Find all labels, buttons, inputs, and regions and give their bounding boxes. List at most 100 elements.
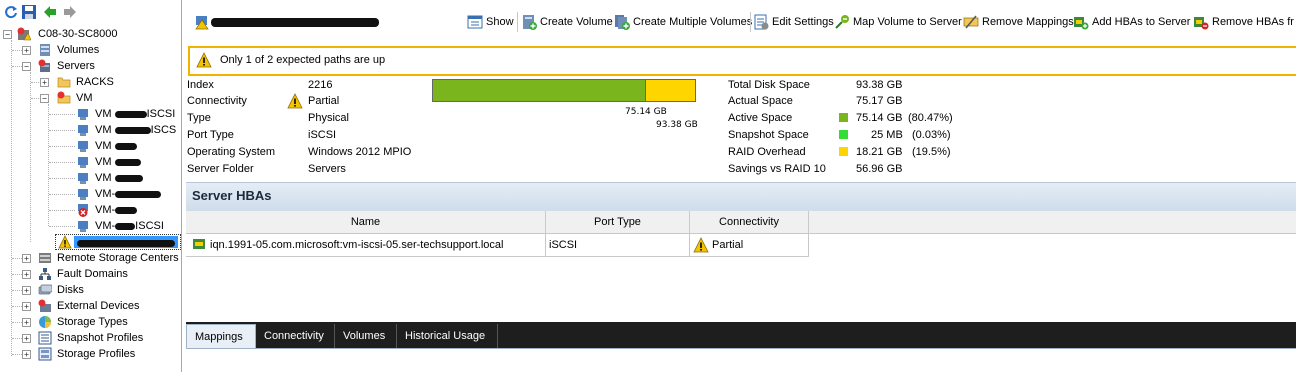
tree-item-label: VM <box>95 124 112 136</box>
warning-icon <box>287 93 303 109</box>
expand-icon[interactable]: + <box>22 350 31 359</box>
info-label: Type <box>187 112 211 124</box>
used-space-label: 75.14 GB <box>625 107 667 117</box>
info-value: Servers <box>308 163 346 175</box>
hba-icon <box>192 237 206 251</box>
add-hbas-icon <box>1073 14 1089 30</box>
space-value: 25 MB <box>871 129 903 141</box>
tab-connectivity[interactable]: Connectivity <box>256 324 335 348</box>
left-toolbar <box>0 0 181 24</box>
hba-port-type: iSCSI <box>549 239 578 251</box>
tree-item-label: External Devices <box>57 300 140 312</box>
column-header-name[interactable]: Name <box>186 211 546 234</box>
storage-profiles-icon <box>38 347 52 361</box>
create-multiple-volumes-icon <box>614 14 630 30</box>
warning-icon <box>693 237 709 253</box>
server-icon <box>76 139 90 153</box>
tab-volumes[interactable]: Volumes <box>335 324 397 348</box>
space-value: 75.14 GB <box>856 112 903 124</box>
expand-icon[interactable]: + <box>22 254 31 263</box>
tab-historical-usage[interactable]: Historical Usage <box>397 324 498 348</box>
collapse-icon[interactable]: − <box>3 30 12 39</box>
column-header-port-type[interactable]: Port Type <box>546 211 690 234</box>
refresh-icon[interactable] <box>3 4 19 20</box>
info-label: Operating System <box>187 146 276 158</box>
info-label: Index <box>187 79 214 91</box>
expand-icon[interactable]: + <box>40 78 49 87</box>
details-pane: Show Create Volume Create Multiple Volum… <box>183 0 1296 373</box>
snapshot-profiles-icon <box>38 331 52 345</box>
selection-highlight <box>74 236 178 248</box>
tree-item-root[interactable]: − C08-30-SC8000 <box>0 26 181 42</box>
server-hbas-table: Name Port Type Connectivity iqn.1991-05.… <box>186 211 1296 319</box>
tree-item-disks[interactable]: + Disks <box>0 282 181 298</box>
info-label: Server Folder <box>187 163 254 175</box>
space-percent: (0.03%) <box>912 129 951 141</box>
space-label: Snapshot Space <box>728 129 809 141</box>
tree-item-vm-server[interactable]: VM <box>0 154 181 170</box>
collapse-icon[interactable]: − <box>40 94 49 103</box>
expand-icon[interactable]: + <box>22 286 31 295</box>
tree-item-vm-server[interactable]: VM- <box>0 186 181 202</box>
server-error-icon <box>76 203 90 217</box>
active-space-swatch <box>839 113 848 122</box>
tree-item-vm-server[interactable]: VM ISCSI <box>0 106 181 122</box>
tab-mappings[interactable]: Mappings <box>186 324 256 348</box>
tree-item-label: Snapshot Profiles <box>57 332 144 344</box>
tree-item-vm-server[interactable]: VM ISCS <box>0 122 181 138</box>
tree-item-racks[interactable]: + RACKS <box>0 74 181 90</box>
server-icon <box>76 155 90 169</box>
collapse-icon[interactable]: − <box>22 62 31 71</box>
tree-item-label: VM <box>95 156 112 168</box>
remove-hbas-icon <box>1193 14 1209 30</box>
server-warning-icon <box>194 14 209 30</box>
tree-item-fault-domains[interactable]: + Fault Domains <box>0 266 181 282</box>
expand-icon[interactable]: + <box>22 318 31 327</box>
tree-item-remote-storage-centers[interactable]: + Remote Storage Centers <box>0 250 181 266</box>
tree-item-vm-server-error[interactable]: VM- <box>0 202 181 218</box>
disks-icon <box>38 283 53 297</box>
tree-item-label: RACKS <box>76 76 114 88</box>
tree-item-suffix: ISCSI <box>135 220 164 232</box>
tree-item-selected-server[interactable] <box>55 234 181 250</box>
tree-item-snapshot-profiles[interactable]: + Snapshot Profiles <box>0 330 181 346</box>
info-value: Windows 2012 MPIO <box>308 146 412 158</box>
tree-item-storage-types[interactable]: + Storage Types <box>0 314 181 330</box>
table-row-cell-name[interactable]: iqn.1991-05.com.microsoft:vm-iscsi-05.se… <box>186 234 546 257</box>
expand-icon[interactable]: + <box>22 334 31 343</box>
tree-item-vm-server[interactable]: VM- ISCSI <box>0 218 181 234</box>
tree-item-label: VM- <box>95 220 116 232</box>
forward-icon[interactable] <box>62 4 78 20</box>
tree-item-servers[interactable]: − Servers <box>0 58 181 74</box>
tree-item-label: VM- <box>95 204 116 216</box>
back-icon[interactable] <box>42 4 58 20</box>
map-volume-icon <box>834 14 850 30</box>
info-value: iSCSI <box>308 129 337 141</box>
table-row-cell-connectivity[interactable]: Partial <box>690 234 809 257</box>
space-label: RAID Overhead <box>728 146 806 158</box>
space-percent: (80.47%) <box>908 112 953 124</box>
space-value: 18.21 GB <box>856 146 903 158</box>
server-icon <box>76 219 90 233</box>
folder-icon <box>57 91 71 105</box>
expand-icon[interactable]: + <box>22 46 31 55</box>
navigation-tree-pane: − C08-30-SC8000 + Volumes − Servers + RA… <box>0 0 182 372</box>
server-icon <box>76 107 90 121</box>
snapshot-space-swatch <box>839 130 848 139</box>
hba-name: iqn.1991-05.com.microsoft:vm-iscsi-05.se… <box>210 239 504 251</box>
expand-icon[interactable]: + <box>22 302 31 311</box>
expand-icon[interactable]: + <box>22 270 31 279</box>
table-row-cell-port-type[interactable]: iSCSI <box>546 234 690 257</box>
tree-item-storage-profiles[interactable]: + Storage Profiles <box>0 346 181 362</box>
volumes-icon <box>38 43 52 57</box>
save-icon[interactable] <box>21 4 37 20</box>
status-warning-banner: Only 1 of 2 expected paths are up <box>188 46 1296 76</box>
column-header-connectivity[interactable]: Connectivity <box>690 211 809 234</box>
tree-item-vm-folder[interactable]: − VM <box>0 90 181 106</box>
info-value: Partial <box>308 95 340 107</box>
tree-item-vm-server[interactable]: VM <box>0 138 181 154</box>
tree-item-vm-server[interactable]: VM <box>0 170 181 186</box>
tree-item-label: Storage Types <box>57 316 128 328</box>
tree-item-external-devices[interactable]: + External Devices <box>0 298 181 314</box>
tree-item-volumes[interactable]: + Volumes <box>0 42 181 58</box>
